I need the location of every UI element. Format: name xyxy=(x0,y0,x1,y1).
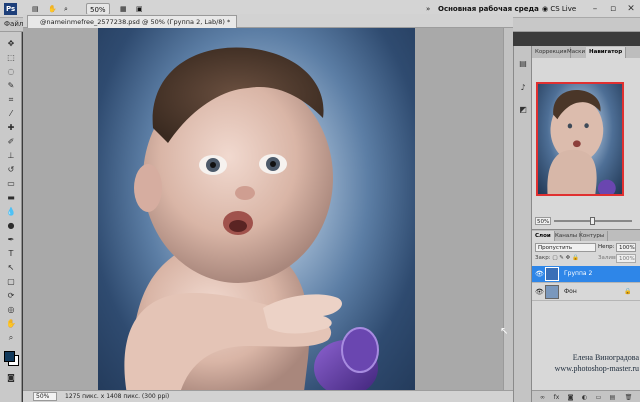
history-brush-icon[interactable]: ↺ xyxy=(5,164,17,175)
opacity-label: Непр: xyxy=(598,244,615,250)
link-layers-icon[interactable]: ∞ xyxy=(538,393,547,402)
hand-tool-icon[interactable]: ✋ xyxy=(5,318,17,329)
collapsed-panels-strip: ▤ ♪ ◩ xyxy=(513,46,531,402)
document-canvas[interactable] xyxy=(98,28,415,400)
layer-name: Фон xyxy=(564,288,577,295)
tab-navigator[interactable]: Навигатор xyxy=(586,47,627,58)
gradient-tool-icon[interactable]: ▬ xyxy=(5,192,17,203)
layers-panel-tabs: Слои Каналы Контуры xyxy=(532,230,640,241)
fill-field[interactable]: 100% xyxy=(616,254,636,263)
watermark-author: Елена Виноградова xyxy=(572,353,639,362)
baby-photo xyxy=(124,47,379,400)
lasso-tool-icon[interactable]: ◌ xyxy=(5,66,17,77)
delete-layer-icon[interactable]: 🗑 xyxy=(624,393,633,402)
clone-stamp-icon[interactable]: ⊥ xyxy=(5,150,17,161)
tools-panel: ✥ ⬚ ◌ ✎ ⌗ ⁄ ✚ ✐ ⊥ ↺ ▭ ▬ 💧 ● ✒ T ↖ ▢ ⟳ ◎ … xyxy=(0,32,22,402)
add-mask-icon[interactable]: ◙ xyxy=(566,393,575,402)
mouse-cursor-icon: ↖ xyxy=(500,326,509,337)
cs-live-icon: ◉ xyxy=(542,5,549,13)
navigator-zoom-handle[interactable] xyxy=(590,217,595,225)
status-document-info[interactable]: 1275 пикс. х 1408 пикс. (300 ppi) xyxy=(65,392,169,401)
layer-row-group-2[interactable]: 👁 Группа 2 xyxy=(532,266,640,283)
quick-mask-icon[interactable]: ◙ xyxy=(5,372,17,383)
path-select-icon[interactable]: ↖ xyxy=(5,262,17,273)
lock-icons[interactable]: ▢ ✎ ✥ 🔒 xyxy=(552,255,579,261)
right-panels: Коррекция Маски Навигатор 50% Слои Канал… xyxy=(531,46,640,402)
3d-rotate-icon[interactable]: ⟳ xyxy=(5,290,17,301)
document-window: @nameinmefree_2577238.psd @ 50% (Группа … xyxy=(23,14,513,402)
layers-panel-footer: ∞ fx ◙ ◐ ▭ ▤ 🗑 xyxy=(532,390,640,402)
eraser-tool-icon[interactable]: ▭ xyxy=(5,178,17,189)
status-zoom-field[interactable]: 50% xyxy=(33,392,57,401)
document-tab-bar: @nameinmefree_2577238.psd @ 50% (Группа … xyxy=(23,14,513,28)
lock-label-text: Закр: xyxy=(535,255,551,261)
status-bar: 50% 1275 пикс. х 1408 пикс. (300 ppi) xyxy=(23,390,513,402)
opacity-field[interactable]: 100% xyxy=(616,243,636,252)
adjustment-layer-icon[interactable]: ◐ xyxy=(580,393,589,402)
new-layer-icon[interactable]: ▤ xyxy=(608,393,617,402)
minimize-icon[interactable]: – xyxy=(586,0,604,18)
document-tab[interactable]: @nameinmefree_2577238.psd @ 50% (Группа … xyxy=(27,15,238,28)
visibility-eye-icon[interactable]: 👁 xyxy=(535,288,544,296)
author-watermark: Елена Виноградова www.photoshop-master.r… xyxy=(521,352,639,374)
layer-style-icon[interactable]: fx xyxy=(552,393,561,402)
lock-icon: 🔒 xyxy=(624,288,632,295)
cs-live-button[interactable]: ◉ CS Live xyxy=(542,3,576,15)
tab-paths[interactable]: Контуры xyxy=(576,231,609,241)
pen-tool-icon[interactable]: ✒ xyxy=(5,234,17,245)
cs-live-label: CS Live xyxy=(550,5,577,13)
layers-panel: Слои Каналы Контуры Пропустить Непр: 100… xyxy=(532,229,640,402)
watermark-site: www.photoshop-master.ru xyxy=(554,364,639,373)
app-logo: Ps xyxy=(4,3,18,15)
navigator-zoom-field[interactable]: 50% xyxy=(535,217,551,225)
new-group-icon[interactable]: ▭ xyxy=(594,393,603,402)
foreground-color-swatch[interactable] xyxy=(4,351,15,362)
visibility-eye-icon[interactable]: 👁 xyxy=(535,270,544,278)
navigator-panel-tabs: Коррекция Маски Навигатор xyxy=(532,46,640,58)
type-tool-icon[interactable]: T xyxy=(5,248,17,259)
move-tool-icon[interactable]: ✥ xyxy=(5,38,17,49)
healing-tool-icon[interactable]: ✚ xyxy=(5,122,17,133)
dodge-tool-icon[interactable]: ● xyxy=(5,220,17,231)
layer-row-background[interactable]: 👁 Фон 🔒 xyxy=(532,284,640,301)
eyedropper-tool-icon[interactable]: ⁄ xyxy=(5,108,17,119)
blur-tool-icon[interactable]: 💧 xyxy=(5,206,17,217)
layer-thumbnail xyxy=(545,285,559,299)
shape-tool-icon[interactable]: ▢ xyxy=(5,276,17,287)
blend-mode-select[interactable]: Пропустить xyxy=(535,243,596,252)
actions-panel-icon[interactable]: ♪ xyxy=(517,82,529,94)
restore-icon[interactable]: ▫ xyxy=(604,0,622,18)
lock-label: Закр: ▢ ✎ ✥ 🔒 xyxy=(535,255,579,261)
layer-name: Группа 2 xyxy=(564,270,593,277)
file-menu[interactable]: Файл xyxy=(4,20,23,28)
navigator-thumbnail[interactable] xyxy=(536,82,624,196)
close-icon[interactable]: ✕ xyxy=(622,0,640,18)
3d-orbit-icon[interactable]: ◎ xyxy=(5,304,17,315)
document-tab-label: @nameinmefree_2577238.psd @ 50% (Группа … xyxy=(40,18,231,26)
brush-tool-icon[interactable]: ✐ xyxy=(5,136,17,147)
history-panel-icon[interactable]: ▤ xyxy=(517,58,529,70)
zoom-tool-icon[interactable]: ⌕ xyxy=(5,332,17,343)
folder-icon xyxy=(545,267,559,281)
crop-tool-icon[interactable]: ⌗ xyxy=(5,94,17,105)
marquee-tool-icon[interactable]: ⬚ xyxy=(5,52,17,63)
ear-shape xyxy=(134,164,162,212)
quick-select-icon[interactable]: ✎ xyxy=(5,80,17,91)
tool-presets-icon[interactable]: ◩ xyxy=(517,104,529,116)
navigator-preview-image xyxy=(547,89,616,194)
